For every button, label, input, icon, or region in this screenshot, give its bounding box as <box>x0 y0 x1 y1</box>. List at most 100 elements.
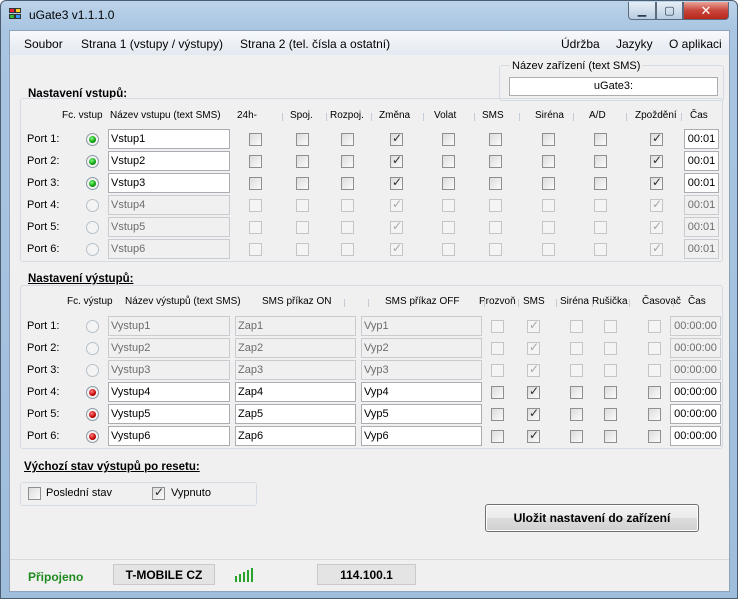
input-option-checkbox <box>594 221 607 234</box>
header-separator <box>681 113 682 121</box>
output-sms-off-field[interactable]: Vyp6 <box>361 426 482 446</box>
save-settings-button[interactable]: Uložit nastavení do zařízení <box>485 504 699 532</box>
reset-last-state-checkbox[interactable] <box>28 487 41 500</box>
output-active-radio[interactable] <box>86 430 99 443</box>
input-delay-time[interactable]: 00:01 <box>684 129 719 149</box>
inputs-header-2: 24h- <box>237 110 258 121</box>
input-option-checkbox[interactable]: ✓ <box>390 153 403 168</box>
checkmark-icon: ✓ <box>528 428 540 442</box>
input-option-checkbox[interactable] <box>296 133 309 146</box>
input-option-checkbox[interactable]: ✓ <box>650 153 663 168</box>
header-separator <box>629 299 630 307</box>
input-option-checkbox[interactable] <box>249 177 262 190</box>
menu-jazyky[interactable]: Jazyky <box>616 37 653 51</box>
menu-strana-1[interactable]: Strana 1 (vstupy / výstupy) <box>81 37 223 51</box>
minimize-button[interactable]: ▁ <box>628 2 656 20</box>
output-option-checkbox[interactable]: ✓ <box>527 428 540 443</box>
output-sms-on-field[interactable]: Zap6 <box>235 426 356 446</box>
input-option-checkbox[interactable] <box>249 155 262 168</box>
output-sms-off-field[interactable]: Vyp5 <box>361 404 482 424</box>
input-option-checkbox[interactable] <box>489 155 502 168</box>
input-option-checkbox[interactable] <box>442 177 455 190</box>
input-active-radio[interactable] <box>86 155 99 168</box>
output-option-checkbox[interactable] <box>648 408 661 421</box>
input-name-field[interactable]: Vstup2 <box>108 151 230 171</box>
input-option-checkbox[interactable] <box>542 155 555 168</box>
reset-off-checkbox[interactable]: ✓ <box>152 485 165 500</box>
menu-o-aplikaci[interactable]: O aplikaci <box>669 37 722 51</box>
title-bar[interactable]: uGate3 v1.1.1.0 ▁ ▢ ✕ <box>1 1 737 29</box>
output-timer-time[interactable]: 00:00:00 <box>670 426 721 446</box>
output-option-checkbox[interactable] <box>491 386 504 399</box>
input-option-checkbox[interactable] <box>249 133 262 146</box>
output-active-radio[interactable] <box>86 320 99 333</box>
input-option-checkbox[interactable] <box>489 177 502 190</box>
input-port-label: Port 2: <box>27 155 60 167</box>
close-button[interactable]: ✕ <box>683 2 729 20</box>
input-option-checkbox[interactable] <box>341 155 354 168</box>
input-option-checkbox: ✓ <box>650 219 663 234</box>
output-option-checkbox[interactable]: ✓ <box>527 406 540 421</box>
output-option-checkbox[interactable]: ✓ <box>527 384 540 399</box>
menu-strana-2[interactable]: Strana 2 (tel. čísla a ostatní) <box>240 37 390 51</box>
input-port-label: Port 3: <box>27 177 60 189</box>
output-option-checkbox[interactable] <box>570 408 583 421</box>
input-option-checkbox[interactable]: ✓ <box>390 175 403 190</box>
input-name-field[interactable]: Vstup1 <box>108 129 230 149</box>
output-name-field: Vystup1 <box>108 316 230 336</box>
input-option-checkbox[interactable] <box>594 133 607 146</box>
output-active-radio[interactable] <box>86 364 99 377</box>
header-separator <box>518 299 519 307</box>
maximize-button[interactable]: ▢ <box>656 2 683 20</box>
output-option-checkbox[interactable] <box>604 430 617 443</box>
input-option-checkbox[interactable]: ✓ <box>650 131 663 146</box>
output-option-checkbox[interactable] <box>604 386 617 399</box>
menu-udrzba[interactable]: Údržba <box>561 37 600 51</box>
output-active-radio[interactable] <box>86 386 99 399</box>
output-option-checkbox[interactable] <box>491 430 504 443</box>
input-option-checkbox[interactable] <box>542 133 555 146</box>
input-delay-time[interactable]: 00:01 <box>684 151 719 171</box>
output-timer-time[interactable]: 00:00:00 <box>670 404 721 424</box>
input-option-checkbox[interactable] <box>341 133 354 146</box>
header-separator <box>556 299 557 307</box>
input-active-radio[interactable] <box>86 221 99 234</box>
input-option-checkbox[interactable]: ✓ <box>650 175 663 190</box>
input-option-checkbox[interactable] <box>594 155 607 168</box>
input-option-checkbox[interactable]: ✓ <box>390 131 403 146</box>
output-option-checkbox[interactable] <box>648 430 661 443</box>
output-option-checkbox[interactable] <box>491 408 504 421</box>
input-option-checkbox: ✓ <box>390 241 403 256</box>
input-option-checkbox[interactable] <box>296 155 309 168</box>
output-option-checkbox[interactable] <box>648 386 661 399</box>
input-option-checkbox[interactable] <box>442 155 455 168</box>
input-option-checkbox[interactable] <box>489 133 502 146</box>
input-option-checkbox[interactable] <box>542 177 555 190</box>
input-active-radio[interactable] <box>86 243 99 256</box>
output-sms-off-field[interactable]: Vyp4 <box>361 382 482 402</box>
output-sms-on-field[interactable]: Zap4 <box>235 382 356 402</box>
input-active-radio[interactable] <box>86 199 99 212</box>
output-timer-time[interactable]: 00:00:00 <box>670 382 721 402</box>
device-name-input[interactable]: uGate3: <box>509 77 718 96</box>
input-name-field[interactable]: Vstup3 <box>108 173 230 193</box>
input-option-checkbox[interactable] <box>594 177 607 190</box>
input-option-checkbox <box>341 243 354 256</box>
input-active-radio[interactable] <box>86 133 99 146</box>
output-option-checkbox[interactable] <box>604 408 617 421</box>
input-active-radio[interactable] <box>86 177 99 190</box>
input-option-checkbox[interactable] <box>296 177 309 190</box>
output-active-radio[interactable] <box>86 342 99 355</box>
input-option-checkbox[interactable] <box>341 177 354 190</box>
menu-soubor[interactable]: Soubor <box>24 37 63 51</box>
output-name-field[interactable]: Vystup4 <box>108 382 230 402</box>
output-name-field[interactable]: Vystup5 <box>108 404 230 424</box>
input-delay-time[interactable]: 00:01 <box>684 173 719 193</box>
output-option-checkbox[interactable] <box>570 430 583 443</box>
output-name-field[interactable]: Vystup6 <box>108 426 230 446</box>
output-option-checkbox[interactable] <box>570 386 583 399</box>
input-option-checkbox[interactable] <box>442 133 455 146</box>
output-sms-on-field[interactable]: Zap5 <box>235 404 356 424</box>
output-port-label: Port 3: <box>27 364 60 376</box>
output-active-radio[interactable] <box>86 408 99 421</box>
